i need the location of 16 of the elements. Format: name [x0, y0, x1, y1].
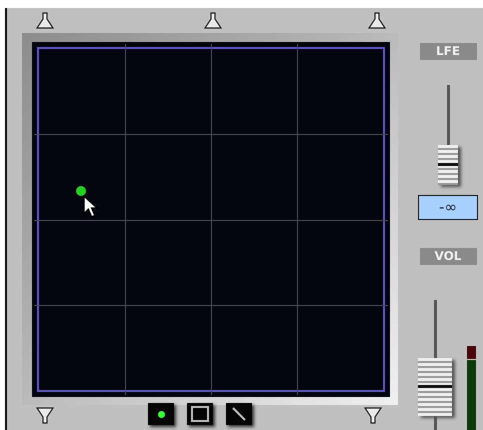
speaker-icon: [203, 12, 223, 30]
speaker-icon: [35, 12, 55, 30]
line-mode-button[interactable]: [226, 403, 252, 425]
point-mode-button[interactable]: [148, 403, 174, 425]
pointer-icon: [83, 195, 98, 219]
dot-icon: [158, 410, 164, 418]
lfe-label: LFE: [420, 43, 476, 60]
volume-slider[interactable]: [416, 300, 452, 430]
speaker-icon: [367, 12, 387, 30]
lfe-readout: -∞: [418, 195, 478, 220]
square-icon: [191, 406, 209, 422]
square-mode-button[interactable]: [187, 403, 213, 425]
slider-thumb[interactable]: [418, 358, 452, 416]
volume-label: VOL: [420, 248, 476, 265]
slider-thumb[interactable]: [438, 145, 458, 185]
position-handle[interactable]: [76, 186, 86, 196]
